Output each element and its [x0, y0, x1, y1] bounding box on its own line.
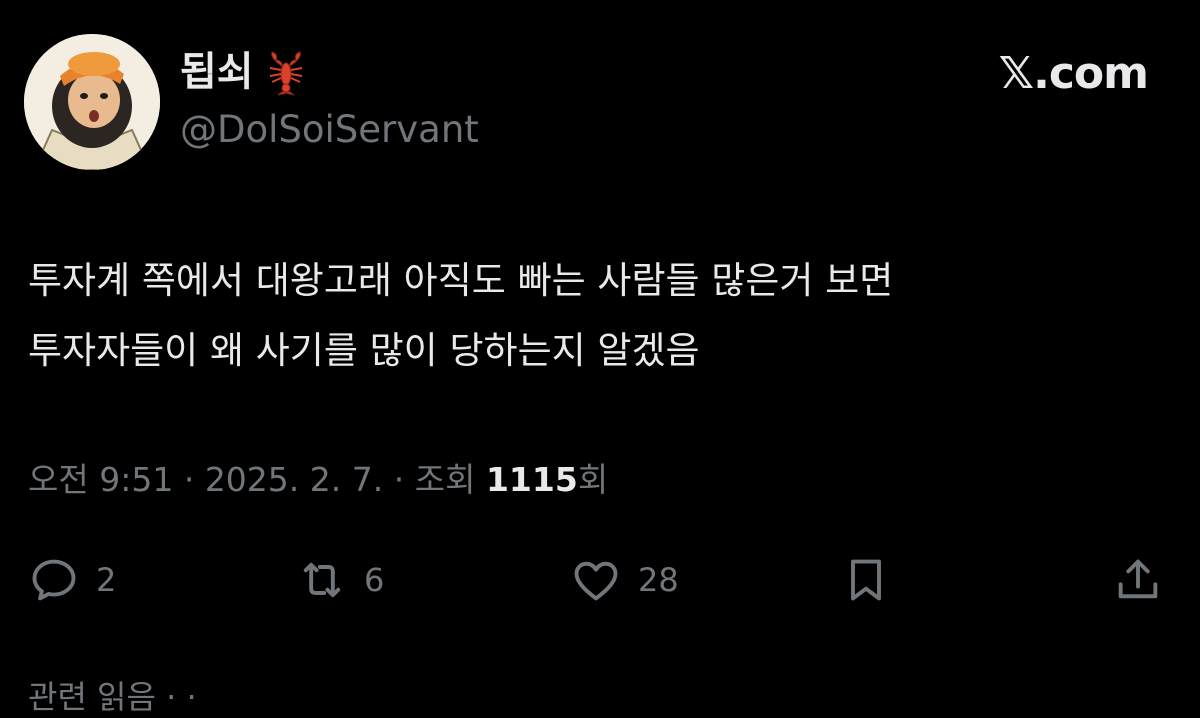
author-avatar[interactable] — [24, 34, 160, 170]
views-suffix: 회 — [577, 460, 609, 499]
retweet-button[interactable]: 6 — [296, 550, 384, 610]
reply-button[interactable]: 2 — [28, 550, 116, 610]
author-display-name[interactable]: 됩쇠 — [180, 52, 254, 92]
avatar-illustration-icon — [24, 34, 160, 170]
author-handle[interactable]: @DolSoiServant — [180, 108, 479, 152]
action-bar: 2 6 28 — [24, 550, 1174, 610]
retweet-icon — [303, 562, 341, 598]
bookmark-icon — [851, 559, 881, 601]
tweet-meta: 오전 9:51 · 2025. 2. 7. · 조회 1115회 — [28, 460, 608, 500]
tweet-card: 됩쇠 @DolSoiServant 𝕏.com 투자계 쪽에서 대왕고래 아직도… — [0, 0, 1200, 716]
views-count: 1115 — [485, 460, 578, 499]
tweet-text-line: 투자계 쪽에서 대왕고래 아직도 빠는 사람들 많은거 보면 — [28, 259, 894, 302]
tweet-text-line: 투자자들이 왜 사기를 많이 당하는지 알겠음 — [28, 329, 700, 372]
x-logo: 𝕏.com — [998, 48, 1149, 99]
heart-icon — [574, 561, 618, 601]
share-icon — [1118, 559, 1158, 599]
meta-separator: · — [173, 460, 205, 499]
lobster-icon — [262, 48, 310, 96]
bookmark-button[interactable] — [840, 550, 892, 610]
tweet-time[interactable]: 오전 9:51 — [28, 460, 173, 499]
related-section-label: 관련 읽음 · · — [28, 678, 197, 716]
author-name-row[interactable]: 됩쇠 — [180, 46, 310, 98]
meta-separator: · — [383, 460, 415, 499]
retweet-count: 6 — [364, 561, 385, 599]
tweet-date[interactable]: 2025. 2. 7. — [205, 460, 383, 499]
share-button[interactable] — [1112, 550, 1164, 610]
reply-icon — [32, 559, 76, 601]
reply-count: 2 — [96, 561, 117, 599]
like-button[interactable]: 28 — [570, 550, 679, 610]
tweet-text: 투자계 쪽에서 대왕고래 아직도 빠는 사람들 많은거 보면 투자자들이 왜 사… — [28, 246, 1168, 386]
like-count: 28 — [638, 561, 679, 599]
views-prefix: 조회 — [414, 460, 486, 499]
